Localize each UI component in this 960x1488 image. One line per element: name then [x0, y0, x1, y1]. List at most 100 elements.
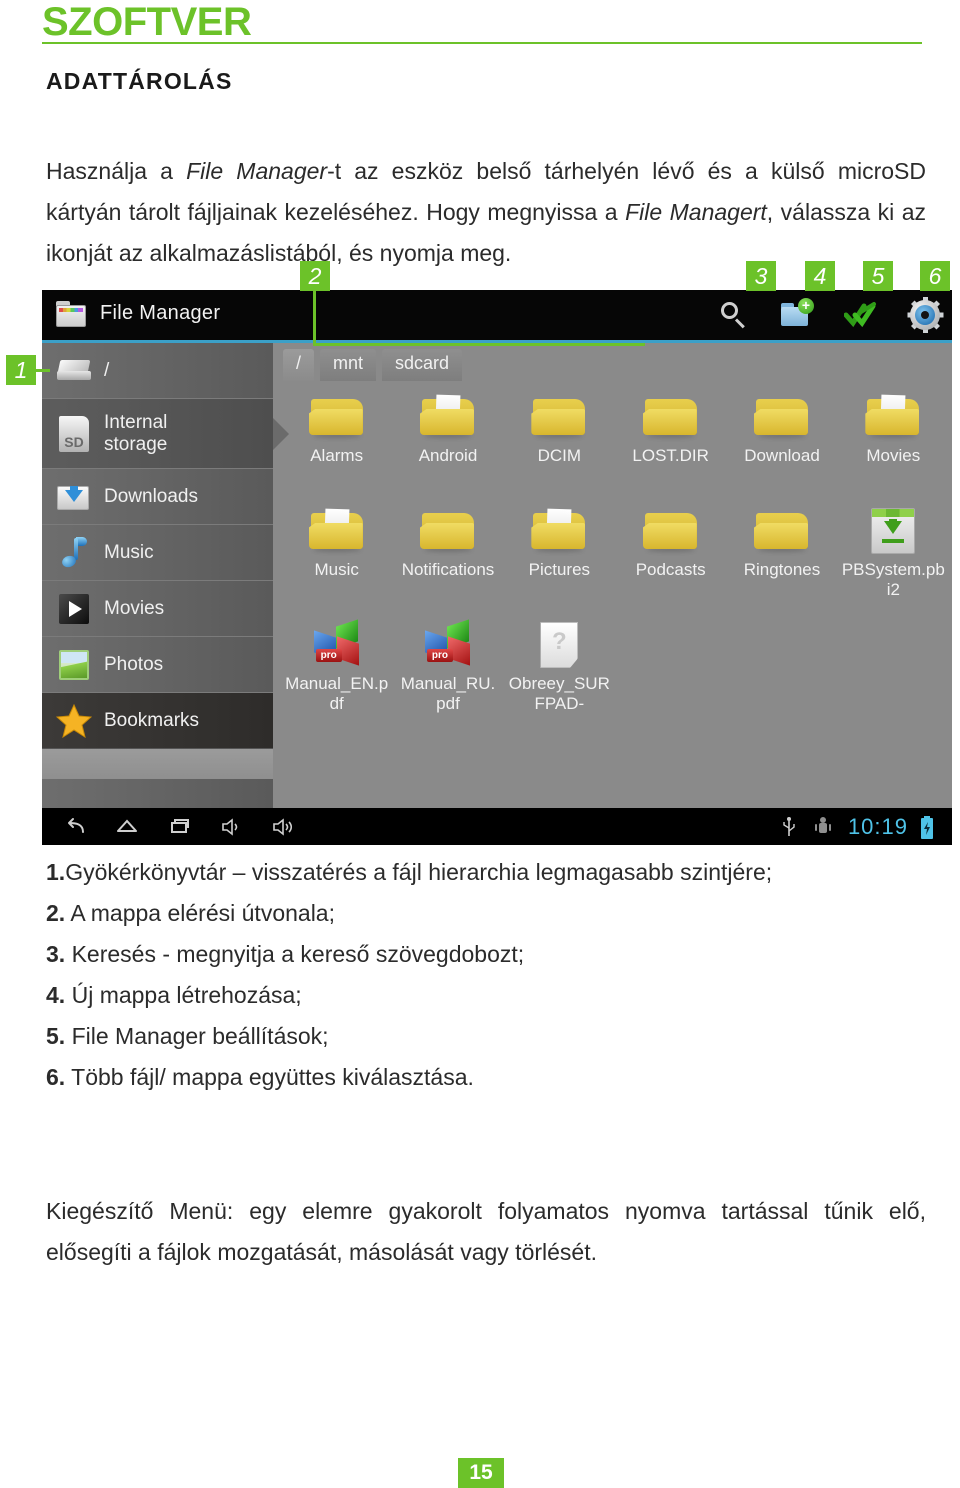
- file-name: LOST.DIR: [632, 446, 709, 465]
- folder-icon: [726, 388, 837, 446]
- file-item[interactable]: pro Manual_EN.pdf: [281, 616, 392, 718]
- file-name: Android: [418, 446, 478, 465]
- folder-icon: [615, 502, 726, 560]
- sidebar-item-movies[interactable]: Movies: [42, 581, 273, 637]
- file-manager-app-icon: [56, 301, 86, 327]
- back-icon[interactable]: [64, 816, 86, 838]
- sidebar-item-music[interactable]: Music: [42, 525, 273, 581]
- folder-with-papers-icon: [838, 388, 949, 446]
- system-status-area: 10:19: [780, 814, 942, 840]
- file-manager-screenshot: File Manager + / mnt sdcard Alarms Andro…: [42, 290, 952, 845]
- sidebar-item-label: Bookmarks: [104, 709, 200, 731]
- home-icon[interactable]: [116, 816, 138, 838]
- folder-with-papers-icon: [281, 502, 392, 560]
- file-item[interactable]: Podcasts: [615, 502, 726, 604]
- recents-icon[interactable]: [168, 816, 190, 838]
- battery-charging-icon: [920, 815, 942, 839]
- file-item[interactable]: Android: [392, 388, 503, 490]
- file-item[interactable]: ? Obreey_SURFPAD-: [504, 616, 615, 718]
- sidebar-item-photos[interactable]: Photos: [42, 637, 273, 693]
- file-name: PBSystem.pbi2: [841, 560, 945, 599]
- sd-card-icon: SD: [52, 415, 96, 452]
- callout-badge-5: 5: [863, 261, 893, 291]
- file-manager-sidebar: / SD Internal storage Downloads Music Mo…: [42, 343, 289, 808]
- drive-icon: [52, 359, 96, 382]
- file-item[interactable]: pro Manual_RU.pdf: [392, 616, 503, 718]
- legend-number: 3.: [46, 941, 66, 967]
- sidebar-item-downloads[interactable]: Downloads: [42, 469, 273, 525]
- legend-text: A mappa elérési útvonala;: [70, 900, 335, 926]
- section-title: ADATTÁROLÁS: [46, 68, 233, 94]
- sidebar-item-label: Movies: [104, 597, 165, 619]
- file-name: Music: [314, 560, 359, 579]
- music-note-icon: [52, 536, 96, 569]
- sidebar-item-bookmarks[interactable]: Bookmarks: [42, 693, 273, 749]
- file-item[interactable]: Download: [726, 388, 837, 490]
- breadcrumb-item-sdcard[interactable]: sdcard: [382, 349, 463, 381]
- new-folder-icon[interactable]: +: [780, 298, 814, 332]
- legend-item-5: 5. File Manager beállítások;: [46, 1016, 926, 1057]
- legend-item-3: 3. Keresés - megnyitja a kereső szövegdo…: [46, 934, 926, 975]
- outro-paragraph: Kiegészítő Menü: egy elemre gyakorolt fo…: [46, 1198, 926, 1265]
- folder-icon: [615, 388, 726, 446]
- file-item[interactable]: DCIM: [504, 388, 615, 490]
- system-clock: 10:19: [847, 813, 908, 839]
- legend-text: Keresés - megnyitja a kereső szövegdoboz…: [71, 941, 525, 967]
- pbi-package-icon: [838, 502, 949, 560]
- callout-leader-1: [34, 369, 50, 372]
- file-item[interactable]: Ringtones: [726, 502, 837, 604]
- volume-up-icon[interactable]: [272, 816, 294, 838]
- sidebar-item-label: Downloads: [104, 485, 198, 507]
- legend-number: 5.: [46, 1023, 66, 1049]
- file-item[interactable]: Movies: [838, 388, 949, 490]
- sidebar-item-label: Photos: [104, 653, 164, 675]
- file-item[interactable]: LOST.DIR: [615, 388, 726, 490]
- pdf-reader-icon: pro: [392, 616, 503, 674]
- callout-leader-2-vertical: [313, 290, 316, 346]
- intro-text-1: Használja a: [46, 158, 187, 184]
- chapter-title: SZOFTVER: [42, 0, 252, 44]
- file-name: Obreey_SURFPAD-: [508, 674, 610, 713]
- unknown-file-icon: ?: [504, 616, 615, 674]
- file-name: Manual_RU.pdf: [400, 674, 496, 713]
- android-system-bar: 10:19: [42, 808, 952, 845]
- usb-icon: [780, 816, 802, 838]
- file-item[interactable]: PBSystem.pbi2: [838, 502, 949, 604]
- callout-badge-4: 4: [805, 261, 835, 291]
- file-content-pane: / mnt sdcard Alarms Android DCIM LOST.DI…: [273, 343, 952, 808]
- file-grid: Alarms Android DCIM LOST.DIR Download Mo…: [281, 388, 949, 718]
- file-name: Ringtones: [743, 560, 821, 579]
- callout-badge-3: 3: [746, 261, 776, 291]
- legend-number: 6.: [46, 1064, 66, 1090]
- file-item[interactable]: Music: [281, 502, 392, 604]
- title-divider: [42, 42, 922, 44]
- file-name: Download: [744, 446, 820, 465]
- breadcrumb-item-mnt[interactable]: mnt: [320, 349, 377, 381]
- file-name: Alarms: [310, 446, 364, 465]
- legend-item-4: 4. Új mappa létrehozása;: [46, 975, 926, 1016]
- legend-text: File Manager beállítások;: [71, 1023, 329, 1049]
- star-icon: [52, 703, 96, 738]
- file-item[interactable]: Alarms: [281, 388, 392, 490]
- volume-down-icon[interactable]: [220, 816, 242, 838]
- legend-text: Új mappa létrehozása;: [71, 982, 302, 1008]
- file-name: Notifications: [401, 560, 495, 579]
- action-bar-icons: +: [716, 290, 944, 340]
- sidebar-footer: [42, 749, 273, 779]
- legend-text: Több fájl/ mappa együttes kiválasztása.: [71, 1064, 474, 1090]
- settings-gear-icon[interactable]: [907, 297, 944, 333]
- legend-item-1: 1.Gyökérkönyvtár – visszatérés a fájl hi…: [46, 852, 926, 893]
- breadcrumb: / mnt sdcard: [283, 349, 463, 381]
- search-icon[interactable]: [716, 298, 750, 332]
- legend-item-2: 2. A mappa elérési útvonala;: [46, 893, 926, 934]
- legend-item-6: 6. Több fájl/ mappa együttes kiválasztás…: [46, 1057, 926, 1098]
- file-item[interactable]: Notifications: [392, 502, 503, 604]
- sidebar-item-internal-storage[interactable]: SD Internal storage: [42, 399, 289, 469]
- breadcrumb-item-root[interactable]: /: [283, 349, 315, 381]
- multi-select-icon[interactable]: [844, 298, 878, 332]
- folder-with-papers-icon: [504, 502, 615, 560]
- file-name: Podcasts: [635, 560, 706, 579]
- file-item[interactable]: Pictures: [504, 502, 615, 604]
- sidebar-item-root[interactable]: /: [42, 343, 273, 399]
- android-debug-icon: [814, 816, 836, 838]
